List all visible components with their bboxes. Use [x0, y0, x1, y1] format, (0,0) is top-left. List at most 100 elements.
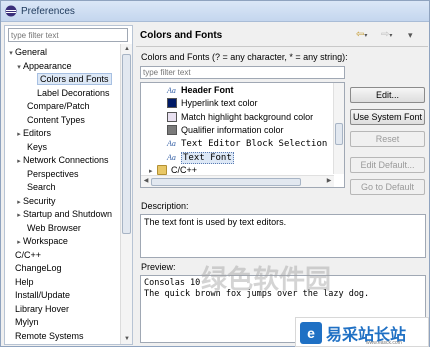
description-box: The text font is used by text editors.: [140, 214, 426, 258]
back-arrow-icon[interactable]: ⇦▾: [356, 29, 376, 41]
tree-item-label: Help: [15, 276, 34, 287]
color-font-item[interactable]: Aa Text Editor Block Selection Font: [167, 137, 345, 150]
tree-item-label: C/C++: [15, 249, 42, 260]
color-swatch-icon: [167, 98, 177, 109]
tree-item[interactable]: Search: [19, 181, 56, 194]
collapsed-arrow-icon[interactable]: ▸: [15, 209, 23, 222]
list-vscroll-thumb[interactable]: [335, 123, 343, 145]
tree-item[interactable]: ▾ General: [7, 46, 47, 59]
go-to-default-button[interactable]: Go to Default: [350, 179, 425, 195]
collapsed-arrow-icon[interactable]: ▸: [15, 236, 23, 249]
title-bar: Preferences: [1, 1, 429, 22]
color-font-item[interactable]: Aa Text Font: [167, 151, 234, 164]
description-label: Description:: [141, 201, 189, 211]
list-horizontal-scrollbar[interactable]: ◀ ▶: [141, 175, 334, 187]
color-font-item[interactable]: Hyperlink text color: [167, 97, 258, 110]
collapsed-arrow-icon[interactable]: ▸: [15, 196, 23, 209]
color-font-item[interactable]: Qualifier information color: [167, 124, 284, 137]
tree-item-label: Security: [23, 195, 56, 206]
color-font-item-label: Hyperlink text color: [181, 98, 258, 109]
font-icon: Aa: [167, 152, 176, 162]
tree-item[interactable]: ChangeLog: [7, 262, 62, 275]
tree-item[interactable]: Content Types: [19, 114, 85, 127]
tree-item-label: ChangeLog: [15, 263, 62, 273]
description-text: The text font is used by text editors.: [144, 217, 287, 227]
header-divider: [136, 46, 428, 47]
tree-item-label: Web Browser: [27, 222, 81, 233]
tree-item-label: Colors and Fonts: [37, 73, 112, 85]
watermark-url: www.easck.com: [366, 340, 402, 346]
tree-item-label: Remote Systems: [15, 330, 84, 341]
tree-item-label: Keys: [27, 141, 48, 152]
color-font-item-label: Text Editor Block Selection Font: [181, 139, 345, 150]
tree-item[interactable]: ▸ Workspace: [15, 235, 68, 248]
tree-item-label: Startup and Shutdown: [23, 209, 113, 219]
reset-button[interactable]: Reset: [350, 131, 425, 147]
filter-hint: Colors and Fonts (? = any character, * =…: [141, 52, 348, 62]
page-title: Colors and Fonts: [140, 30, 223, 41]
scroll-right-arrow-icon[interactable]: ▶: [324, 176, 334, 187]
use-system-font-button[interactable]: Use System Font: [350, 109, 425, 125]
collapsed-arrow-icon[interactable]: ▸: [15, 128, 23, 141]
tree-item[interactable]: Label Decorations: [29, 87, 110, 100]
color-swatch-icon: [167, 111, 177, 122]
tree-item[interactable]: Mylyn: [7, 316, 39, 329]
forward-arrow-icon[interactable]: ⇨▾: [381, 29, 401, 41]
colors-filter-input[interactable]: [141, 67, 344, 78]
color-font-item-label: Match highlight background color: [181, 111, 314, 122]
tree-item[interactable]: ▾ Appearance: [15, 60, 72, 74]
color-font-item[interactable]: Aa Header Font: [167, 84, 234, 97]
scroll-up-arrow-icon[interactable]: ▲: [121, 44, 133, 54]
tree-vertical-scrollbar[interactable]: ▲ ▼: [120, 44, 132, 344]
tree-item-label: Perspectives: [27, 168, 79, 179]
tree-item[interactable]: Help: [7, 276, 34, 289]
preference-page: Colors and Fonts ⇦▾ ⇨▾ ▾ Colors and Font…: [136, 25, 428, 345]
tree-item[interactable]: ▸ Network Connections: [15, 154, 108, 168]
tree-filter-input[interactable]: [9, 29, 127, 41]
tree-item[interactable]: Web Browser: [19, 222, 81, 235]
color-font-item-label: Header Font: [181, 85, 234, 95]
view-menu-icon[interactable]: ▾: [408, 29, 428, 41]
brand-logo-icon: e: [300, 322, 322, 344]
colors-fonts-tree: Aa Header Font Hyperlink text color Match h…: [140, 82, 345, 188]
expanded-arrow-icon[interactable]: ▾: [7, 47, 15, 60]
tree-item[interactable]: ▸ Editors: [15, 127, 51, 140]
list-hscroll-thumb[interactable]: [151, 178, 301, 186]
preferences-window: Preferences ▾General▾AppearanceColors an…: [0, 0, 430, 347]
tree-item-label: Content Types: [27, 114, 85, 125]
scroll-down-arrow-icon[interactable]: ▼: [121, 334, 133, 344]
scroll-left-arrow-icon[interactable]: ◀: [141, 176, 151, 187]
edit-default-button[interactable]: Edit Default...: [350, 157, 425, 173]
collapsed-arrow-icon[interactable]: ▸: [15, 155, 23, 168]
tree-item[interactable]: Perspectives: [19, 168, 79, 181]
watermark-badge: e 易采站长站 www.easck.com: [295, 317, 429, 347]
tree-item-label: Compare/Patch: [27, 101, 90, 111]
tree-item[interactable]: Library Hover: [7, 303, 69, 316]
edit-button[interactable]: Edit...: [350, 87, 425, 103]
color-swatch-icon: [167, 124, 177, 135]
tree-item[interactable]: Remote Systems: [7, 330, 84, 343]
preference-tree-pane: ▾General▾AppearanceColors and FontsLabel…: [4, 25, 133, 345]
color-font-item[interactable]: Match highlight background color: [167, 111, 313, 124]
colors-filter-field[interactable]: [140, 66, 345, 79]
expanded-arrow-icon[interactable]: ▾: [15, 61, 23, 74]
tree-item-label: Install/Update: [15, 290, 71, 300]
tree-item[interactable]: Compare/Patch: [19, 100, 90, 113]
tree-item-label: General: [15, 47, 48, 57]
tree-item[interactable]: Keys: [19, 141, 47, 154]
tree-item-label: Mylyn: [15, 317, 39, 327]
eclipse-icon: [5, 5, 17, 17]
page-header: Colors and Fonts ⇦▾ ⇨▾ ▾: [136, 25, 428, 45]
tree-item[interactable]: ▸ Startup and Shutdown: [15, 208, 112, 221]
watermark-text: 绿色软件园: [201, 264, 332, 294]
tree-item[interactable]: Install/Update: [7, 289, 70, 302]
tree-filter-field[interactable]: [8, 28, 128, 42]
tree-scroll-thumb[interactable]: [122, 54, 131, 234]
list-vertical-scrollbar[interactable]: [333, 83, 344, 174]
tree-item-label: Workspace: [23, 236, 68, 246]
tree-item-label: Appearance: [23, 60, 72, 71]
color-font-item-label: C/C++: [171, 164, 198, 175]
tree-item[interactable]: C/C++: [7, 249, 41, 262]
tree-item[interactable]: Colors and Fonts: [29, 73, 112, 86]
tree-item[interactable]: ▸ Security: [15, 195, 56, 209]
